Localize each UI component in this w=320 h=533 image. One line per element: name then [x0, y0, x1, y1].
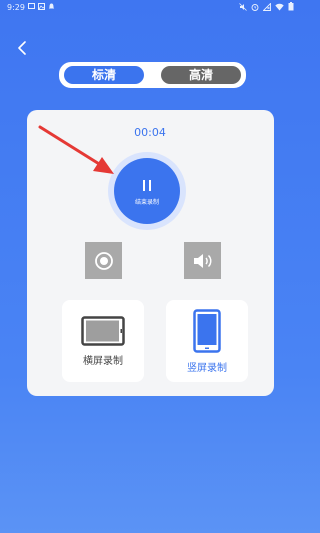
alarm-icon	[251, 3, 259, 11]
record-dot-icon	[94, 251, 113, 270]
battery-icon	[288, 2, 294, 11]
speaker-icon	[193, 253, 211, 268]
pause-icon	[143, 180, 151, 191]
status-notification-icons	[28, 3, 55, 10]
notification-icon	[48, 3, 55, 9]
camera-toggle-button[interactable]	[85, 242, 122, 279]
stop-recording-inner: 结束录制	[114, 158, 180, 224]
quality-option-high[interactable]: 高清	[161, 66, 241, 84]
landscape-record-button[interactable]: 横屏录制	[62, 300, 144, 382]
quality-toggle: 标清 高清	[59, 62, 246, 88]
portrait-phone-icon	[193, 309, 221, 353]
status-bar: 9:29	[0, 0, 300, 16]
portrait-record-button[interactable]: 竖屏录制	[166, 300, 248, 382]
back-button[interactable]	[12, 38, 32, 58]
recording-timer: 00:04	[134, 126, 166, 139]
image-icon	[38, 3, 45, 10]
signal-off-icon	[263, 2, 271, 11]
landscape-phone-icon	[81, 316, 125, 346]
portrait-record-label: 竖屏录制	[187, 363, 227, 374]
stop-recording-label: 结束录制	[134, 199, 159, 206]
stop-recording-button[interactable]: 结束录制	[108, 152, 186, 230]
quality-option-standard[interactable]: 标清	[64, 66, 144, 84]
mute-icon	[239, 2, 247, 11]
audio-toggle-button[interactable]	[184, 242, 221, 279]
wifi-icon	[275, 3, 284, 10]
status-system-icons	[239, 2, 294, 11]
status-time: 9:29	[7, 3, 25, 12]
message-icon	[28, 3, 35, 9]
chevron-left-icon	[18, 41, 26, 55]
landscape-record-label: 横屏录制	[83, 356, 123, 367]
